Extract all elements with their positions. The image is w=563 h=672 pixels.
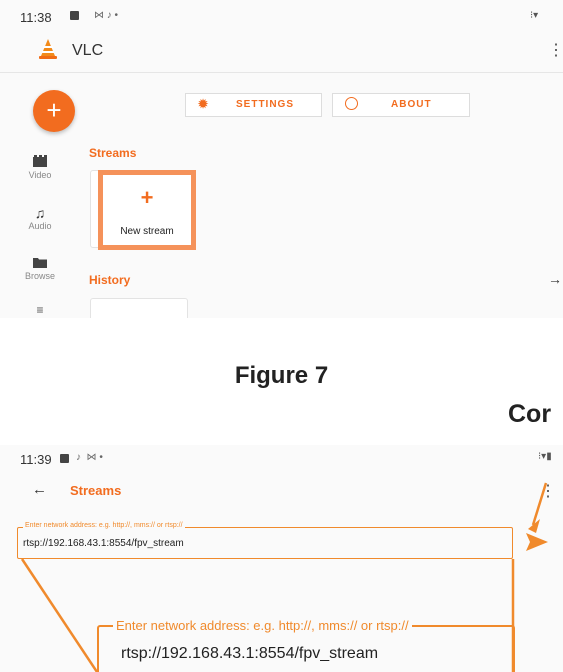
- music-note-icon: ♫: [34, 205, 46, 221]
- arrow-right-icon[interactable]: →: [548, 271, 562, 287]
- about-button[interactable]: ABOUT: [332, 93, 470, 117]
- nav-item-browse[interactable]: Browse: [0, 256, 80, 281]
- notification-icon: [70, 11, 79, 20]
- settings-label: SETTINGS: [236, 99, 295, 110]
- new-stream-card[interactable]: + New stream: [98, 170, 196, 250]
- overflow-menu-icon[interactable]: ⋮: [548, 40, 563, 60]
- figure-caption: Figure 7: [234, 362, 329, 389]
- nav-item-video[interactable]: Video: [0, 155, 80, 180]
- about-label: ABOUT: [391, 99, 432, 110]
- new-stream-label: New stream: [120, 226, 174, 237]
- nav-label-video: Video: [28, 170, 52, 180]
- appbar-divider: [0, 72, 563, 73]
- cropped-label: Cor: [508, 400, 552, 428]
- vlc-home-screenshot: 11:38 ⋈ ♪ • ⁝▾ VLC ⋮ + Video ♫ Audio Bro…: [0, 0, 563, 318]
- settings-button[interactable]: ✹ SETTINGS: [185, 93, 322, 117]
- more-icon[interactable]: ≡: [0, 303, 80, 317]
- nav-item-audio[interactable]: ♫ Audio: [0, 205, 80, 231]
- wifi-icon: ⁝▾: [530, 10, 539, 21]
- vlc-cone-icon: [39, 39, 57, 59]
- new-stream-plus-icon: +: [140, 185, 154, 210]
- add-fab-button[interactable]: +: [33, 90, 75, 132]
- gear-icon: ✹: [198, 97, 210, 111]
- zoom-callout-lines: [20, 482, 548, 672]
- nav-label-audio: Audio: [28, 221, 52, 231]
- streams-section-title: Streams: [89, 146, 137, 160]
- app-title: VLC: [72, 42, 104, 59]
- history-card[interactable]: [90, 298, 188, 318]
- info-icon: [345, 97, 358, 110]
- streams-input-screenshot: 11:39 ♪ ⋈ • ⁝▾▮ ← Streams ⋮ Enter networ…: [0, 445, 563, 672]
- video-icon: [0, 155, 80, 170]
- folder-icon: [0, 256, 80, 271]
- history-section-title: History: [89, 273, 131, 287]
- nav-label-browse: Browse: [24, 271, 55, 281]
- signal-icons: ⋈ ♪ •: [94, 10, 119, 21]
- status-time: 11:38: [20, 10, 52, 25]
